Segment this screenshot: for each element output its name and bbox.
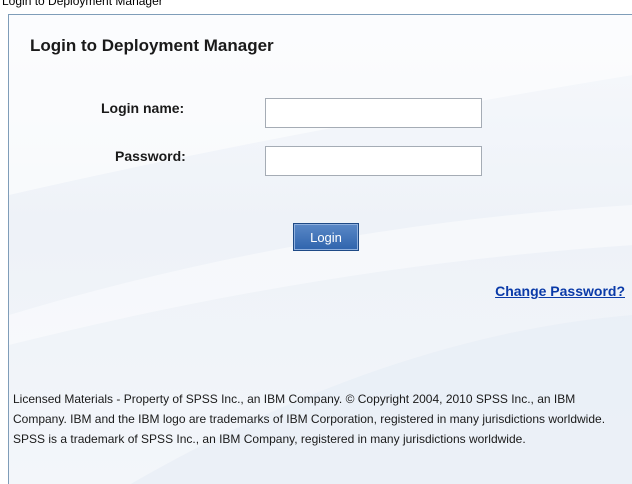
password-input[interactable] bbox=[265, 146, 482, 176]
login-panel: Login to Deployment Manager Login name: … bbox=[8, 14, 632, 484]
login-name-input[interactable] bbox=[265, 98, 482, 128]
change-password-link[interactable]: Change Password? bbox=[495, 283, 625, 299]
license-text: Licensed Materials - Property of SPSS In… bbox=[13, 392, 606, 446]
login-button[interactable]: Login bbox=[293, 223, 359, 251]
password-label: Password: bbox=[115, 148, 186, 164]
header-fragment: Login to Deployment Manager bbox=[2, 0, 163, 8]
page: Login to Deployment Manager Login to Dep… bbox=[0, 0, 632, 484]
page-title: Login to Deployment Manager bbox=[30, 36, 274, 55]
login-name-label: Login name: bbox=[101, 100, 185, 116]
